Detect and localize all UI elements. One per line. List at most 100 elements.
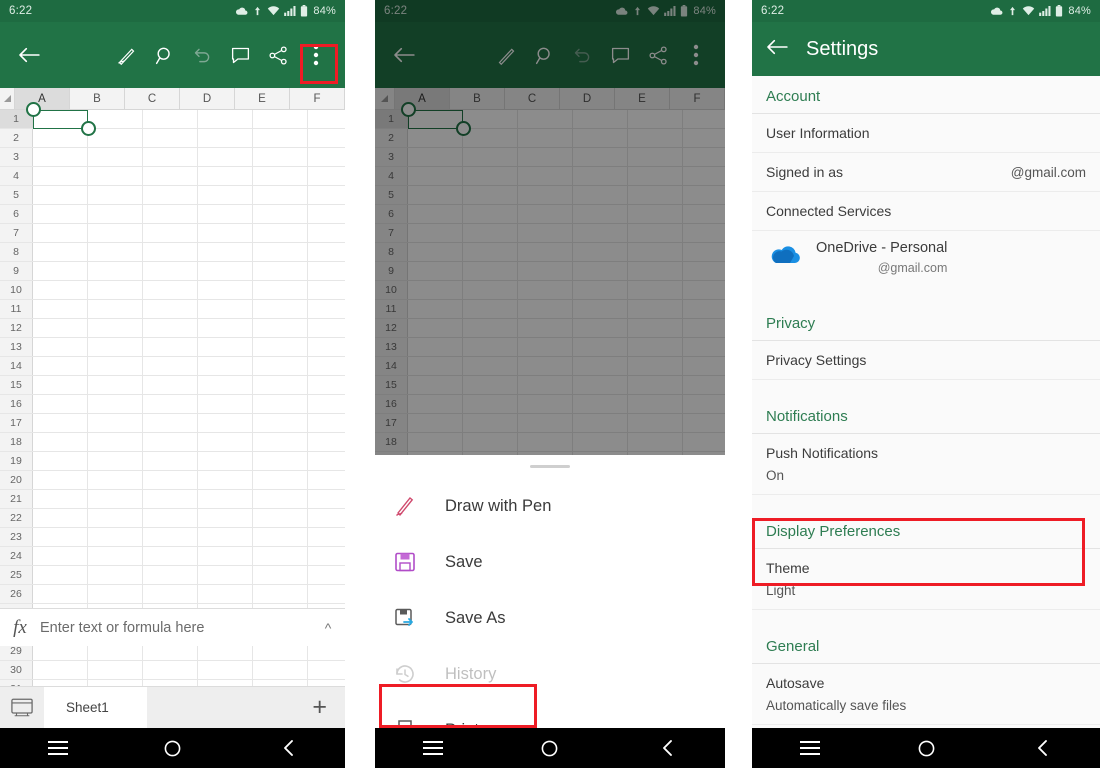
grid-cell[interactable] (88, 509, 143, 527)
grid-cell[interactable] (253, 243, 308, 261)
share-icon[interactable] (259, 36, 297, 74)
grid-cell[interactable] (308, 110, 345, 128)
grid-cell[interactable] (198, 300, 253, 318)
settings-row-theme[interactable]: Theme Light (752, 549, 1100, 610)
row-header-26[interactable]: 26 (0, 585, 33, 603)
grid-cell[interactable] (198, 547, 253, 565)
grid-cell[interactable] (143, 566, 198, 584)
grid-cell[interactable] (88, 129, 143, 147)
grid-cell[interactable] (308, 129, 345, 147)
grid-cell[interactable] (33, 471, 88, 489)
connected-service-onedrive[interactable]: OneDrive - Personal @gmail.com (752, 231, 1100, 287)
settings-row-autosave[interactable]: Autosave Automatically save files (752, 664, 1100, 725)
hamburger-icon-2[interactable] (410, 728, 456, 768)
grid-cell[interactable] (198, 319, 253, 337)
grid-cell[interactable] (143, 452, 198, 470)
grid-cell[interactable] (308, 338, 345, 356)
grid-cell[interactable] (198, 148, 253, 166)
hamburger-icon[interactable] (35, 728, 81, 768)
grid-cell[interactable] (143, 509, 198, 527)
grid-cell[interactable] (253, 414, 308, 432)
grid-cell[interactable] (253, 129, 308, 147)
selection-handle-top[interactable] (26, 102, 41, 117)
grid-cell[interactable] (143, 661, 198, 679)
grid-cell[interactable] (253, 433, 308, 451)
grid-cell[interactable] (198, 224, 253, 242)
grid-cell[interactable] (198, 585, 253, 603)
grid-cell[interactable] (308, 243, 345, 261)
row-header-15[interactable]: 15 (0, 376, 33, 394)
back-button[interactable] (10, 36, 48, 74)
row-header-3[interactable]: 3 (0, 148, 33, 166)
back-chevron-icon[interactable] (265, 728, 311, 768)
grid-cell[interactable] (33, 205, 88, 223)
grid-row[interactable]: 17 (0, 414, 345, 433)
grid-cell[interactable] (198, 186, 253, 204)
grid-cell[interactable] (33, 414, 88, 432)
row-header-18[interactable]: 18 (0, 433, 33, 451)
grid-cell[interactable] (33, 186, 88, 204)
grid-cell[interactable] (88, 205, 143, 223)
grid-cell[interactable] (33, 585, 88, 603)
row-header-2[interactable]: 2 (0, 129, 33, 147)
grid-cell[interactable] (88, 395, 143, 413)
grid-cell[interactable] (88, 566, 143, 584)
column-header-D[interactable]: D (180, 88, 235, 109)
grid-cell[interactable] (143, 490, 198, 508)
sheet-grid-icon[interactable] (0, 698, 44, 717)
row-header-11[interactable]: 11 (0, 300, 33, 318)
row-header-30[interactable]: 30 (0, 661, 33, 679)
grid-row[interactable]: 5 (0, 186, 345, 205)
row-header-4[interactable]: 4 (0, 167, 33, 185)
grid-cell[interactable] (253, 547, 308, 565)
grid-cell[interactable] (253, 528, 308, 546)
grid-cell[interactable] (88, 528, 143, 546)
grid-cell[interactable] (88, 357, 143, 375)
formula-input-placeholder[interactable]: Enter text or formula here (40, 620, 311, 636)
grid-cell[interactable] (88, 547, 143, 565)
grid-row[interactable]: 11 (0, 300, 345, 319)
grid-cell[interactable] (308, 433, 345, 451)
grid-cell[interactable] (198, 110, 253, 128)
grid-row[interactable]: 2 (0, 129, 345, 148)
grid-cell[interactable] (33, 281, 88, 299)
row-header-13[interactable]: 13 (0, 338, 33, 356)
grid-cell[interactable] (253, 205, 308, 223)
grid-row[interactable]: 9 (0, 262, 345, 281)
grid-cell[interactable] (88, 338, 143, 356)
grid-cell[interactable] (33, 167, 88, 185)
grid-cell[interactable] (88, 224, 143, 242)
row-header-5[interactable]: 5 (0, 186, 33, 204)
grid-cell[interactable] (88, 262, 143, 280)
grid-row[interactable]: 21 (0, 490, 345, 509)
row-header-10[interactable]: 10 (0, 281, 33, 299)
grid-cell[interactable] (33, 395, 88, 413)
grid-cell[interactable] (33, 300, 88, 318)
grid-row[interactable]: 7 (0, 224, 345, 243)
grid-cell[interactable] (308, 224, 345, 242)
grid-cell[interactable] (308, 471, 345, 489)
grid-row[interactable]: 3 (0, 148, 345, 167)
grid-cell[interactable] (308, 661, 345, 679)
comment-icon[interactable] (221, 36, 259, 74)
column-header-A[interactable]: A (15, 88, 70, 109)
grid-cell[interactable] (143, 547, 198, 565)
grid-cell[interactable] (33, 528, 88, 546)
grid-cell[interactable] (253, 452, 308, 470)
row-header-8[interactable]: 8 (0, 243, 33, 261)
column-header-E[interactable]: E (235, 88, 290, 109)
back-chevron-icon-3[interactable] (1019, 728, 1065, 768)
grid-cell[interactable] (88, 471, 143, 489)
grid-cell[interactable] (88, 110, 143, 128)
grid-row[interactable]: 26 (0, 585, 345, 604)
grid-cell[interactable] (198, 376, 253, 394)
grid-cell[interactable] (308, 395, 345, 413)
grid-cell[interactable] (198, 471, 253, 489)
grid-cell[interactable] (143, 243, 198, 261)
grid-cell[interactable] (253, 300, 308, 318)
row-header-20[interactable]: 20 (0, 471, 33, 489)
row-header-22[interactable]: 22 (0, 509, 33, 527)
grid-cell[interactable] (143, 319, 198, 337)
grid-cell[interactable] (198, 205, 253, 223)
grid-cell[interactable] (253, 357, 308, 375)
